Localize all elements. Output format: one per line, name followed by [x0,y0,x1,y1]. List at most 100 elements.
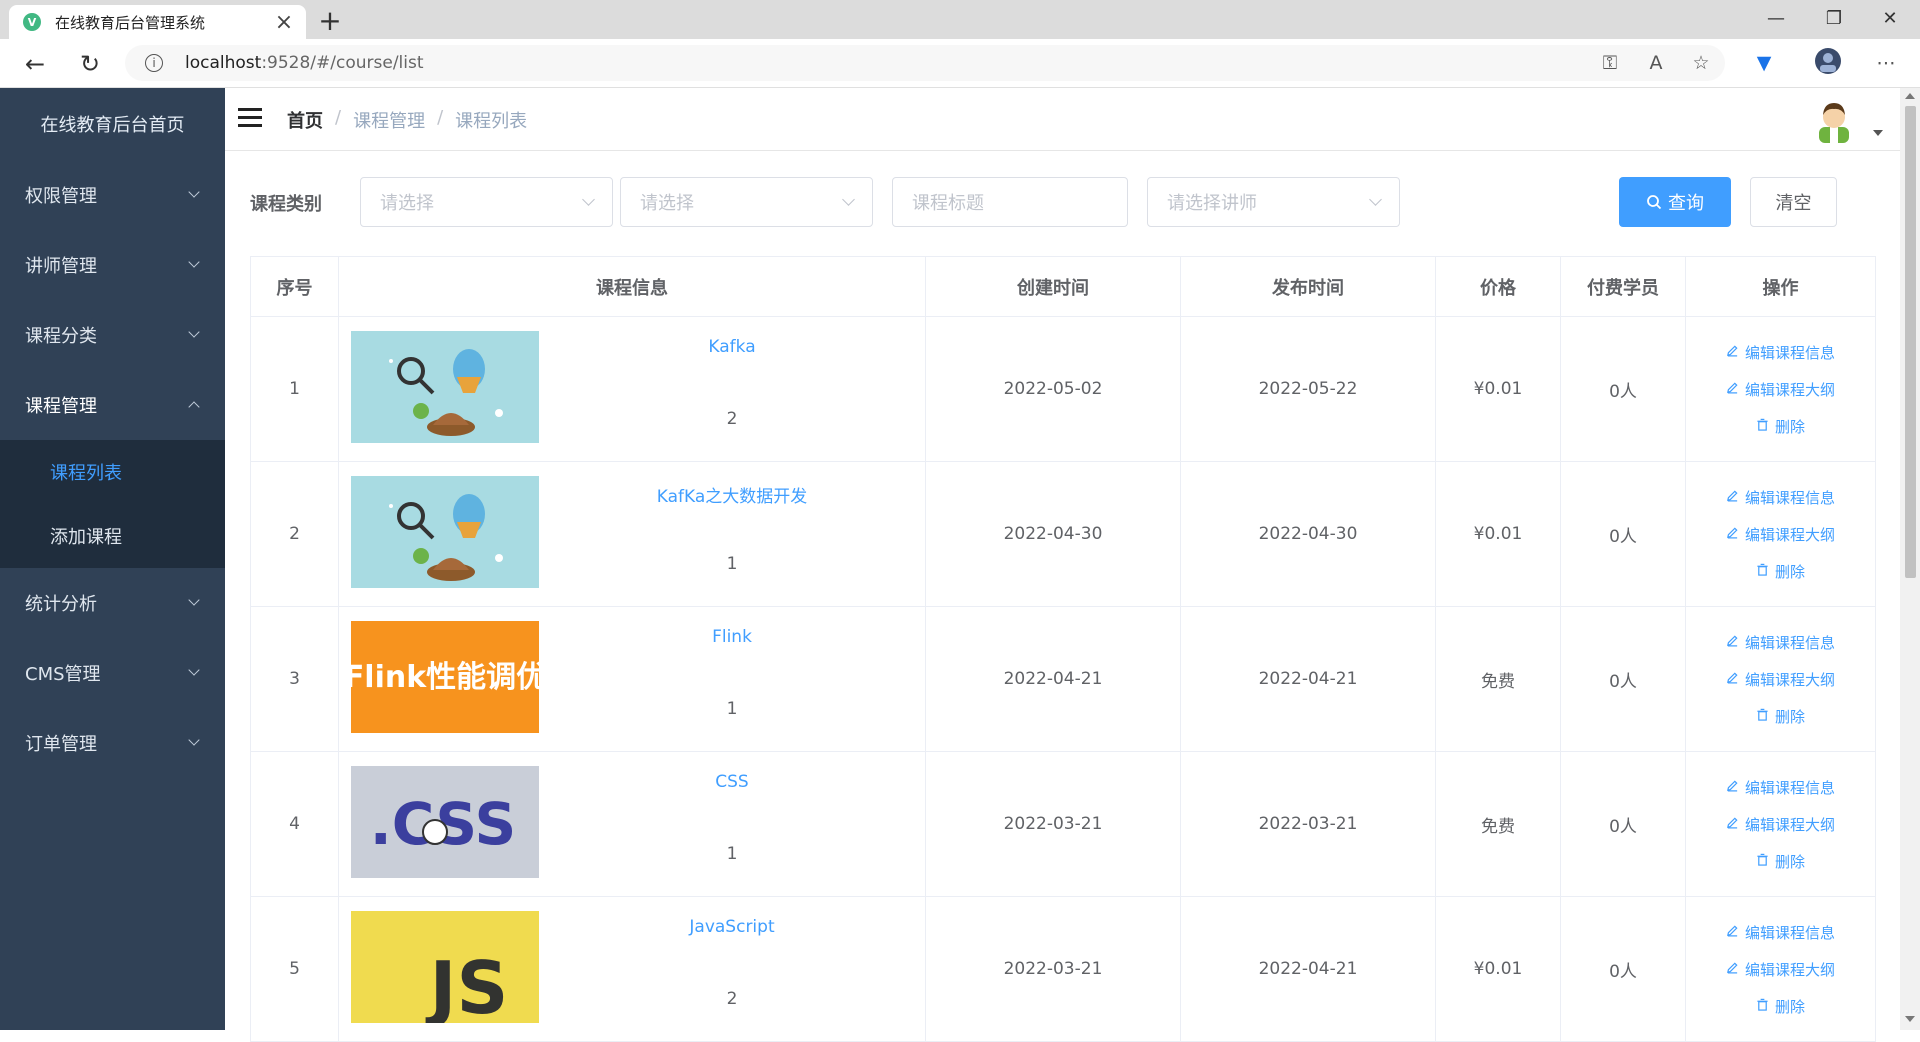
delete-button[interactable]: 删除 [1756,851,1805,872]
svg-text:Flink性能调优: Flink性能调优 [351,660,539,695]
row-published: 2022-04-30 [1180,461,1436,607]
course-title-link[interactable]: JavaScript [539,917,925,937]
row-index: 1 [250,316,339,462]
course-title-link[interactable]: CSS [539,772,925,792]
course-title-link[interactable]: KafKa之大数据开发 [539,482,925,507]
edit-outline-button[interactable]: 编辑课程大纲 [1726,669,1835,690]
row-price: 免费 [1435,606,1561,752]
edit-outline-button[interactable]: 编辑课程大纲 [1726,959,1835,980]
delete-button[interactable]: 删除 [1756,996,1805,1017]
favorite-add-icon[interactable]: ☆ [1685,47,1717,79]
tab-close-icon[interactable]: × [272,10,296,35]
edit-info-button[interactable]: 编辑课程信息 [1726,777,1835,798]
row-actions: 编辑课程信息 编辑课程大纲 删除 [1685,751,1876,897]
row-published: 2022-04-21 [1180,896,1436,1042]
row-actions: 编辑课程信息 编辑课程大纲 删除 [1685,896,1876,1042]
edit-info-button[interactable]: 编辑课程信息 [1726,922,1835,943]
caret-down-icon[interactable] [1873,130,1883,136]
edit-info-button[interactable]: 编辑课程信息 [1726,342,1835,363]
category-level2-select[interactable]: 请选择 [620,177,873,227]
extension-icon[interactable]: ▼ [1748,47,1780,79]
edit-outline-button[interactable]: 编辑课程大纲 [1726,379,1835,400]
course-thumbnail [351,331,539,443]
sidebar-subitem-add-course[interactable]: 添加课程 [0,504,225,568]
search-button[interactable]: 查询 [1619,177,1731,227]
scroll-up-icon[interactable] [1905,93,1915,99]
search-icon [1647,195,1662,210]
delete-button[interactable]: 删除 [1756,706,1805,727]
course-title-input[interactable]: 课程标题 [892,177,1128,227]
breadcrumb-course-list: 课程列表 [455,111,528,132]
row-course-info: Kafka 2 [338,316,926,462]
row-course-info: JS JavaScript 2 [338,896,926,1042]
more-menu-icon[interactable]: ⋯ [1870,47,1902,79]
new-tab-icon[interactable]: + [316,4,344,37]
edit-icon [1726,380,1739,398]
minimize-icon[interactable]: — [1756,4,1796,34]
row-created: 2022-04-30 [925,461,1181,607]
col-created: 创建时间 [925,256,1181,317]
window-close-icon[interactable]: ✕ [1870,4,1910,34]
chevron-down-icon [582,193,595,206]
scroll-thumb[interactable] [1905,106,1916,578]
breadcrumb-home[interactable]: 首页 [287,107,323,133]
trash-icon [1756,562,1769,580]
edit-icon [1726,778,1739,796]
row-published: 2022-05-22 [1180,316,1436,462]
sidebar-item-courses[interactable]: 课程管理 [0,370,225,440]
sidebar-item-permissions[interactable]: 权限管理 [0,160,225,230]
sidebar-item-statistics[interactable]: 统计分析 [0,568,225,638]
course-title-link[interactable]: Flink [539,627,925,647]
edit-info-button[interactable]: 编辑课程信息 [1726,632,1835,653]
course-title-link[interactable]: Kafka [539,337,925,357]
trash-icon [1756,417,1769,435]
back-icon[interactable]: ← [18,47,52,81]
table-row: 2 KafKa之大数据开发 1 2022-04-30 2022-04-30 ¥0… [250,461,1876,607]
breadcrumb-course-management: 课程管理 [353,111,426,132]
row-course-info: Flink性能调优 Flink 1 [338,606,926,752]
row-actions: 编辑课程信息 编辑课程大纲 删除 [1685,606,1876,752]
row-course-info: KafKa之大数据开发 1 [338,461,926,607]
delete-button[interactable]: 删除 [1756,416,1805,437]
course-submenu: 课程列表 添加课程 [0,440,225,568]
trash-icon [1756,852,1769,870]
sidebar-item-teachers[interactable]: 讲师管理 [0,230,225,300]
sidebar-item-categories[interactable]: 课程分类 [0,300,225,370]
edit-outline-button[interactable]: 编辑课程大纲 [1726,814,1835,835]
sidebar-item-cms[interactable]: CMS管理 [0,638,225,708]
teacher-select[interactable]: 请选择讲师 [1147,177,1400,227]
page-scrollbar[interactable] [1900,88,1920,1030]
course-table: 序号 课程信息 创建时间 发布时间 价格 付费学员 操作 1 Kafka 2 2… [250,256,1876,1042]
address-bar[interactable]: i localhost:9528/#/course/list [125,45,1725,81]
clear-button[interactable]: 清空 [1750,177,1837,227]
avatar[interactable] [1811,97,1857,143]
profile-icon[interactable] [1812,47,1844,85]
col-info: 课程信息 [338,256,926,317]
maximize-icon[interactable]: ❐ [1814,4,1854,34]
site-info-icon[interactable]: i [145,54,163,72]
reload-icon[interactable]: ↻ [73,47,107,81]
sidebar-title[interactable]: 在线教育后台首页 [0,88,225,160]
edit-outline-button[interactable]: 编辑课程大纲 [1726,524,1835,545]
edit-icon [1726,525,1739,543]
edit-info-button[interactable]: 编辑课程信息 [1726,487,1835,508]
filter-bar: 课程类别 请选择 请选择 课程标题 请选择讲师 查询 清空 [250,177,1850,227]
hamburger-icon[interactable] [238,108,262,128]
course-thumbnail: JS [351,911,539,1023]
key-icon[interactable]: ⚿ [1594,47,1626,79]
edit-icon [1726,670,1739,688]
col-actions: 操作 [1685,256,1876,317]
row-students: 0人 [1560,751,1686,897]
scroll-down-icon[interactable] [1905,1016,1915,1022]
row-price: ¥0.01 [1435,316,1561,462]
read-aloud-icon[interactable]: A [1640,47,1672,79]
delete-button[interactable]: 删除 [1756,561,1805,582]
course-lesson-count: 2 [726,409,738,429]
sidebar-item-orders[interactable]: 订单管理 [0,708,225,778]
trash-icon [1756,997,1769,1015]
category-level1-select[interactable]: 请选择 [360,177,613,227]
sidebar-subitem-course-list[interactable]: 课程列表 [0,440,225,504]
browser-tab[interactable]: V 在线教育后台管理系统 × [9,5,306,39]
row-index: 5 [250,896,339,1042]
row-students: 0人 [1560,606,1686,752]
